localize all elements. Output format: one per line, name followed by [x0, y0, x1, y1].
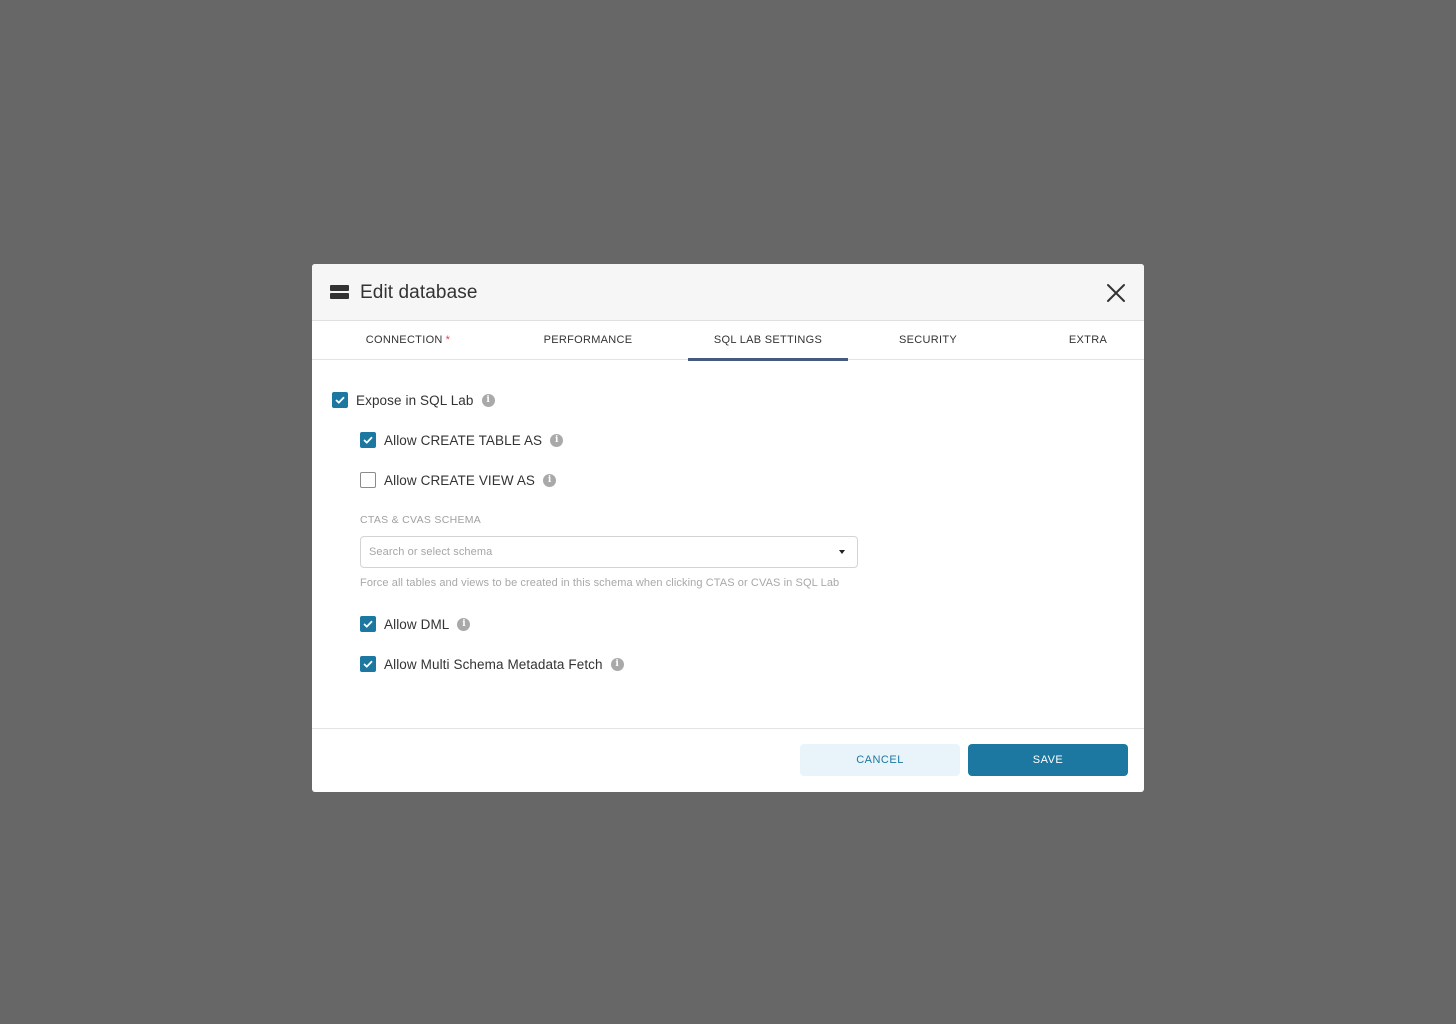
allow-dml-checkbox[interactable] — [360, 616, 376, 632]
tab-connection-label: CONNECTION — [365, 334, 443, 346]
tab-security[interactable]: SECURITY — [848, 321, 1008, 359]
tab-performance[interactable]: PERFORMANCE — [508, 321, 668, 359]
modal-footer: CANCEL SAVE — [312, 728, 1144, 792]
modal-title: Edit database — [360, 282, 478, 303]
allow-multi-schema-label: Allow Multi Schema Metadata Fetch — [384, 656, 603, 672]
tab-sql-lab-settings-label: SQL LAB SETTINGS — [713, 334, 823, 346]
tab-sql-lab-settings[interactable]: SQL LAB SETTINGS — [688, 321, 848, 361]
expose-in-sql-lab-row: Expose in SQL Lab i — [332, 391, 495, 409]
tab-performance-label: PERFORMANCE — [543, 334, 633, 346]
info-icon[interactable]: i — [481, 393, 495, 407]
edit-database-modal: Edit database CONNECTION * PERFORMANCE SQ… — [312, 264, 1144, 792]
allow-cvas-checkbox[interactable] — [360, 472, 376, 488]
allow-dml-label: Allow DML — [384, 616, 450, 632]
check-icon — [363, 436, 373, 444]
sql-lab-settings-panel: Expose in SQL Lab i Allow CREATE TABLE A… — [312, 360, 1144, 729]
check-icon — [363, 620, 373, 628]
check-icon — [335, 396, 345, 404]
schema-select-placeholder: Search or select schema — [369, 546, 493, 558]
expose-in-sql-lab-checkbox[interactable] — [332, 392, 348, 408]
cancel-button[interactable]: CANCEL — [800, 744, 960, 776]
info-icon[interactable]: i — [610, 657, 624, 671]
allow-ctas-row: Allow CREATE TABLE AS i — [360, 431, 564, 449]
schema-field-label: CTAS & CVAS SCHEMA — [360, 514, 482, 526]
allow-cvas-label: Allow CREATE VIEW AS — [384, 472, 536, 488]
close-icon[interactable] — [1106, 283, 1126, 303]
modal-header: Edit database — [312, 264, 1144, 321]
schema-helper-text: Force all tables and views to be created… — [360, 577, 840, 589]
info-icon[interactable]: i — [457, 617, 471, 631]
allow-multi-schema-checkbox[interactable] — [360, 656, 376, 672]
check-icon — [363, 660, 373, 668]
allow-ctas-label: Allow CREATE TABLE AS — [384, 432, 543, 448]
tab-bar: CONNECTION * PERFORMANCE SQL LAB SETTINGS… — [312, 321, 1144, 361]
tab-extra[interactable]: EXTRA — [1008, 321, 1144, 359]
database-icon — [330, 285, 349, 299]
tab-security-label: SECURITY — [898, 334, 958, 346]
tab-extra-label: EXTRA — [1068, 334, 1108, 346]
expose-in-sql-lab-label: Expose in SQL Lab — [356, 392, 474, 408]
schema-select[interactable]: Search or select schema — [360, 536, 858, 568]
info-icon[interactable]: i — [543, 473, 557, 487]
info-icon[interactable]: i — [550, 433, 564, 447]
save-button[interactable]: SAVE — [968, 744, 1128, 776]
allow-multi-schema-row: Allow Multi Schema Metadata Fetch i — [360, 655, 624, 673]
allow-dml-row: Allow DML i — [360, 615, 471, 633]
allow-cvas-row: Allow CREATE VIEW AS i — [360, 471, 557, 489]
caret-down-icon — [839, 550, 845, 554]
allow-ctas-checkbox[interactable] — [360, 432, 376, 448]
tab-connection[interactable]: CONNECTION * — [328, 321, 488, 359]
required-indicator: * — [445, 334, 451, 346]
